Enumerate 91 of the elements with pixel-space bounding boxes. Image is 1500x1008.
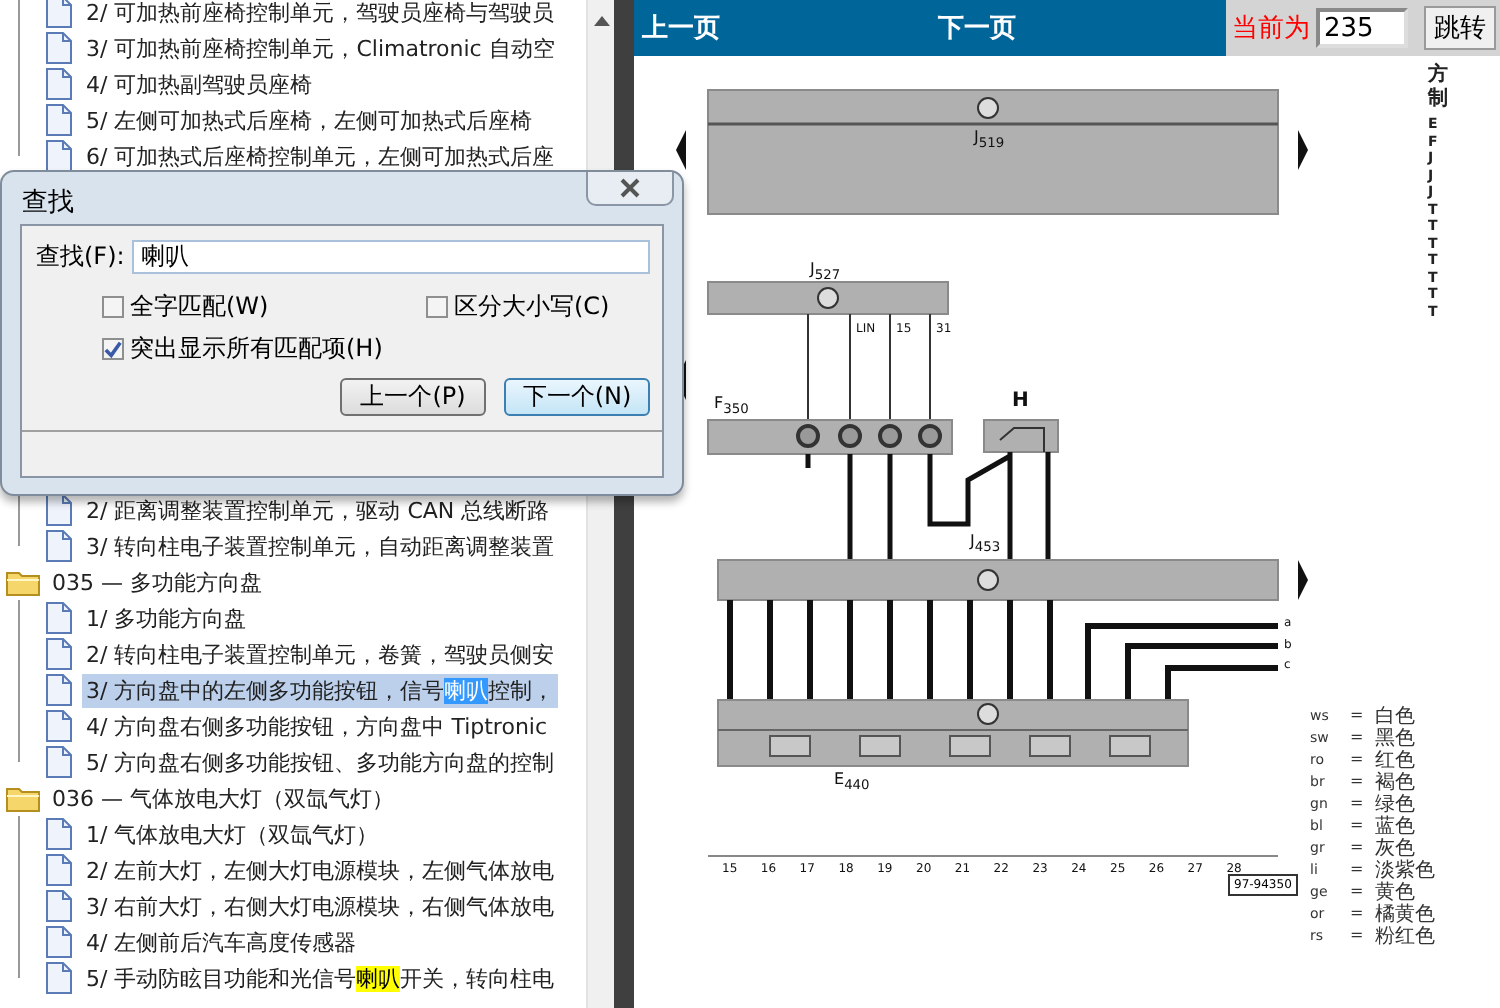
legend-text: 黄色 bbox=[1375, 878, 1416, 903]
legend-equals: = bbox=[1350, 772, 1364, 790]
component-label: J$_{453}$ bbox=[970, 532, 1001, 556]
legend-text: 粉红色 bbox=[1375, 923, 1436, 949]
legend-equals: = bbox=[1350, 926, 1364, 944]
page-icon bbox=[44, 68, 72, 100]
page-icon bbox=[44, 926, 72, 958]
dialog-button[interactable]: 下一个(N) bbox=[504, 378, 650, 416]
field-label: 查找(F): bbox=[36, 239, 125, 273]
close-icon bbox=[620, 178, 640, 198]
component-label: H bbox=[1012, 390, 1029, 412]
legend-text: 蓝色 bbox=[1375, 812, 1416, 837]
checkbox[interactable] bbox=[102, 338, 124, 360]
checkbox[interactable] bbox=[102, 296, 124, 318]
page-icon bbox=[44, 854, 72, 886]
checkbox-label: 突出显示所有匹配项(H) bbox=[130, 332, 383, 366]
page-icon bbox=[44, 710, 72, 742]
page-icon bbox=[44, 962, 72, 994]
folder-icon bbox=[6, 568, 42, 596]
legend-text: 红色 bbox=[1375, 746, 1416, 771]
tree-item[interactable]: 1/ 多功能方向盘 bbox=[82, 601, 251, 635]
legend-equals: = bbox=[1350, 860, 1364, 878]
tree-item[interactable]: 4/ 可加热副驾驶员座椅 bbox=[82, 67, 317, 101]
tree-item[interactable]: 3/ 方向盘中的左侧多功能按钮，信号喇叭控制， bbox=[82, 673, 559, 707]
tree-item[interactable]: 5/ 左侧可加热式后座椅，左侧可加热式后座椅 bbox=[82, 103, 537, 137]
left-arrow-icon[interactable] bbox=[676, 130, 686, 170]
page-icon bbox=[44, 890, 72, 922]
dialog-button[interactable]: 上一个(P) bbox=[340, 378, 486, 416]
right-arrow-icon[interactable] bbox=[1298, 130, 1308, 170]
page-icon bbox=[44, 104, 72, 136]
checkmark-icon bbox=[104, 339, 122, 359]
page-icon bbox=[44, 818, 72, 850]
legend-equals: = bbox=[1350, 728, 1364, 746]
page-icon bbox=[44, 674, 72, 706]
tree-item[interactable]: 5/ 方向盘右侧多功能按钮、多功能方向盘的控制 bbox=[82, 745, 559, 779]
page-icon bbox=[44, 602, 72, 634]
tree-item[interactable]: 2/ 距离调整装置控制单元，驱动 CAN 总线断路 bbox=[82, 493, 554, 527]
tree-item[interactable]: 2/ 可加热前座椅控制单元，驾驶员座椅与驾驶员 bbox=[82, 0, 559, 29]
scroll-up-icon[interactable] bbox=[593, 16, 610, 26]
legend-text: 白色 bbox=[1375, 703, 1416, 727]
page-icon bbox=[44, 638, 72, 670]
legend-equals: = bbox=[1350, 794, 1364, 812]
tree-item[interactable]: 4/ 左侧前后汽车高度传感器 bbox=[82, 925, 361, 959]
search-field[interactable]: 喇叭 bbox=[132, 239, 650, 273]
go-button[interactable]: 跳转 bbox=[1424, 6, 1496, 50]
side-note: 制 bbox=[1428, 85, 1448, 112]
tree-item[interactable]: 4/ 方向盘右侧多功能按钮，方向盘中 Tiptronic bbox=[82, 709, 552, 743]
tree-item[interactable]: 2/ 转向柱电子装置控制单元，卷簧，驾驶员侧安 bbox=[82, 637, 559, 671]
close-button[interactable] bbox=[586, 172, 674, 206]
page-icon bbox=[44, 0, 72, 28]
page-icon bbox=[44, 494, 72, 526]
legend-text: 灰色 bbox=[1375, 834, 1416, 859]
component-label: E$_{440}$ bbox=[834, 770, 870, 794]
next-page-link[interactable]: 下一页 bbox=[938, 10, 1226, 46]
tree-item[interactable]: 3/ 右前大灯，右侧大灯电源模块，右侧气体放电 bbox=[82, 889, 559, 923]
tree-item[interactable]: 3/ 转向柱电子装置控制单元，自动距离调整装置 bbox=[82, 529, 559, 563]
legend-equals: = bbox=[1350, 750, 1364, 768]
component-label: J$_{519}$ bbox=[974, 128, 1005, 152]
page-icon bbox=[44, 32, 72, 64]
tree-item[interactable]: 2/ 左前大灯，左侧大灯电源模块，左侧气体放电 bbox=[82, 853, 559, 887]
side-note: 方 bbox=[1428, 60, 1448, 87]
previous-page-link[interactable]: 上一页 bbox=[642, 10, 930, 46]
component-label: J$_{527}$ bbox=[810, 260, 841, 284]
folder-icon bbox=[6, 784, 42, 812]
legend-equals: = bbox=[1350, 816, 1364, 834]
legend-text: 绿色 bbox=[1375, 790, 1416, 815]
dialog-title: 查找 bbox=[22, 186, 74, 220]
legend-equals: = bbox=[1350, 882, 1364, 900]
page-field[interactable]: 235 bbox=[1316, 8, 1408, 48]
tree-item[interactable]: 5/ 手动防眩目功能和光信号喇叭开关，转向柱电 bbox=[82, 961, 559, 995]
checkbox-label: 区分大小写(C) bbox=[454, 290, 610, 324]
right-arrow-icon[interactable] bbox=[1298, 560, 1308, 600]
folder-item[interactable]: 035 — 多功能方向盘 bbox=[48, 565, 266, 599]
tree-item[interactable]: 3/ 可加热前座椅控制单元，Climatronic 自动空 bbox=[82, 31, 559, 65]
legend-text: 褐色 bbox=[1375, 768, 1416, 793]
tree-item[interactable]: 6/ 可加热式后座椅控制单元，左侧可加热式后座 bbox=[82, 139, 559, 173]
legend-text: 黑色 bbox=[1375, 724, 1416, 749]
legend-equals: = bbox=[1350, 904, 1364, 922]
folder-item[interactable]: 036 — 气体放电大灯（双氙气灯） bbox=[48, 781, 398, 815]
legend-text: 淡紫色 bbox=[1375, 856, 1436, 881]
legend-equals: = bbox=[1350, 706, 1364, 724]
page-icon bbox=[44, 530, 72, 562]
legend-equals: = bbox=[1350, 838, 1364, 856]
tree-item[interactable]: 1/ 气体放电大灯（双氙气灯） bbox=[82, 817, 383, 851]
component-label: F$_{350}$ bbox=[714, 394, 749, 418]
page-icon bbox=[44, 140, 72, 172]
page-label: 当前为 bbox=[1232, 12, 1310, 46]
checkbox[interactable] bbox=[426, 296, 448, 318]
page-icon bbox=[44, 746, 72, 778]
legend-text: 橘黄色 bbox=[1375, 901, 1436, 926]
checkbox-label: 全字匹配(W) bbox=[130, 290, 269, 324]
